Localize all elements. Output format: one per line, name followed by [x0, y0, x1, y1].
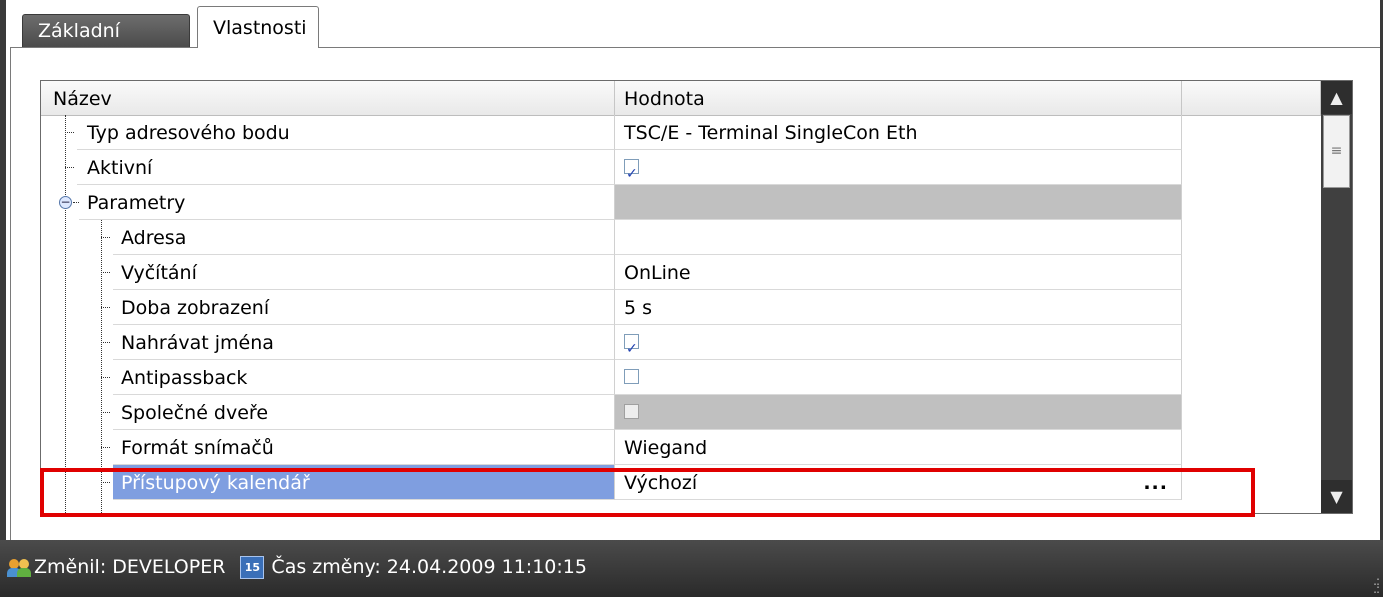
scroll-up-arrow-icon[interactable]: ▲ [1321, 81, 1352, 114]
tree-connector [101, 447, 110, 448]
tab-basic-info[interactable]: Základní údaje [22, 14, 190, 74]
property-grid: Název Hodnota Typ adresového bodu TSC/E … [40, 80, 1353, 514]
calendar-clock-icon: 15 [240, 555, 265, 579]
property-value[interactable]: Wiegand [615, 430, 1182, 465]
checkbox-active[interactable] [624, 156, 639, 192]
tree-connector [101, 342, 110, 343]
checkbox-load-names[interactable] [624, 331, 639, 367]
property-value[interactable]: 5 s [615, 290, 1182, 325]
property-value[interactable] [615, 325, 1182, 367]
column-header-value[interactable]: Hodnota [615, 81, 1182, 115]
group-value [615, 185, 1182, 220]
grid-header: Název Hodnota [41, 81, 1321, 116]
changed-at-text: Čas změny: 24.04.2009 11:10:15 [271, 556, 587, 578]
property-value[interactable]: OnLine [615, 255, 1182, 290]
property-name: Aktivní [77, 150, 615, 185]
property-name-selected: Přístupový kalendář [113, 465, 615, 500]
tab-properties[interactable]: Vlastnosti [197, 6, 319, 48]
users-icon [7, 557, 31, 577]
changed-by-text: Změnil: DEVELOPER [34, 556, 226, 578]
property-value[interactable] [615, 150, 1182, 192]
column-header-name[interactable]: Název [41, 81, 615, 115]
grid-row-access-calendar[interactable]: Přístupový kalendář Výchozí ... [41, 465, 1321, 500]
tree-connector [101, 307, 110, 308]
property-name: Antipassback [113, 360, 615, 395]
grid-row-antipassback[interactable]: Antipassback [41, 360, 1321, 395]
property-name: Doba zobrazení [113, 290, 615, 325]
grid-row-address-type[interactable]: Typ adresového bodu TSC/E - Terminal Sin… [41, 115, 1321, 150]
property-value [615, 395, 1182, 430]
grid-row-reader-format[interactable]: Formát snímačů Wiegand [41, 430, 1321, 465]
grid-row-parameters-group[interactable]: − Parametry [41, 185, 1321, 220]
tree-connector [101, 412, 110, 413]
property-value[interactable] [615, 220, 1182, 255]
checkbox-shared-doors [624, 404, 639, 419]
group-name: Parametry [79, 185, 615, 220]
value-text: Výchozí [624, 472, 698, 494]
property-name: Vyčítání [113, 255, 615, 290]
collapse-minus-icon[interactable]: − [59, 196, 72, 209]
grid-row-active[interactable]: Aktivní [41, 150, 1321, 192]
tree-connector [101, 237, 110, 238]
window-left-border [0, 0, 6, 540]
tree-connector [101, 272, 110, 273]
grid-row-display-time[interactable]: Doba zobrazení 5 s [41, 290, 1321, 325]
ellipsis-button[interactable]: ... [1143, 465, 1168, 501]
property-name: Typ adresového bodu [77, 115, 615, 150]
property-value[interactable]: Výchozí ... [615, 465, 1182, 500]
scroll-thumb[interactable]: ≡ [1323, 115, 1350, 188]
column-header-empty [1182, 81, 1321, 115]
vertical-scrollbar[interactable]: ▲ ≡ ▼ [1321, 81, 1352, 513]
property-value[interactable] [615, 360, 1182, 395]
property-value[interactable]: TSC/E - Terminal SingleCon Eth [615, 115, 1182, 150]
resize-grip-icon[interactable]: .:.: [1373, 575, 1380, 595]
property-name: Formát snímačů [113, 430, 615, 465]
grid-row-address[interactable]: Adresa [41, 220, 1321, 255]
property-name: Společné dveře [113, 395, 615, 430]
tree-connector [65, 167, 74, 168]
scroll-down-arrow-icon[interactable]: ▼ [1321, 480, 1352, 513]
tree-connector [65, 132, 74, 133]
status-bar: Změnil: DEVELOPER 15 Čas změny: 24.04.20… [0, 540, 1383, 597]
grid-row-readout[interactable]: Vyčítání OnLine [41, 255, 1321, 290]
property-name: Adresa [113, 220, 615, 255]
property-name: Nahrávat jména [113, 325, 615, 360]
tree-connector [101, 482, 110, 483]
grid-row-shared-doors[interactable]: Společné dveře [41, 395, 1321, 430]
panel-left-line [10, 47, 11, 540]
grid-row-load-names[interactable]: Nahrávat jména [41, 325, 1321, 367]
tree-connector [101, 377, 110, 378]
checkbox-antipassback[interactable] [624, 369, 639, 384]
